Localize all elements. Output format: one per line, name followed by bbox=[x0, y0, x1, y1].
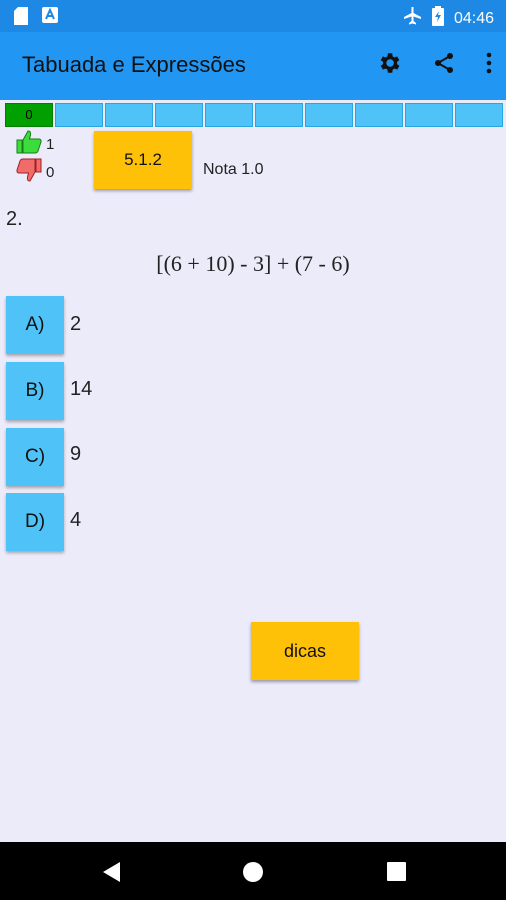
app-notification-icon bbox=[42, 7, 58, 30]
progress-segment bbox=[105, 103, 153, 127]
option-c-value: 9 bbox=[70, 443, 82, 465]
progress-segment bbox=[405, 103, 453, 127]
thumbs-up-icon bbox=[16, 130, 42, 158]
level-button[interactable]: 5.1.2 bbox=[94, 131, 192, 189]
back-icon[interactable] bbox=[101, 861, 121, 888]
overflow-menu-icon[interactable] bbox=[486, 52, 492, 79]
system-navigation-bar bbox=[0, 842, 506, 900]
progress-segment bbox=[155, 103, 203, 127]
correct-count: 1 bbox=[46, 135, 55, 153]
airplane-mode-icon bbox=[402, 6, 422, 31]
home-icon[interactable] bbox=[242, 861, 264, 888]
progress-segment bbox=[305, 103, 353, 127]
question-number: 2. bbox=[6, 208, 23, 230]
option-d-button[interactable]: D) bbox=[6, 493, 64, 551]
option-b-value: 14 bbox=[70, 378, 93, 400]
share-icon[interactable] bbox=[432, 51, 456, 80]
recents-icon[interactable] bbox=[387, 862, 406, 886]
progress-segment bbox=[355, 103, 403, 127]
thumbs-down-icon bbox=[16, 158, 42, 186]
question-progress: 0 bbox=[5, 103, 503, 127]
grade-text: Nota 1.0 bbox=[203, 161, 264, 178]
tips-button[interactable]: dicas bbox=[251, 622, 359, 680]
progress-segment bbox=[205, 103, 253, 127]
wrong-count: 0 bbox=[46, 163, 55, 181]
settings-gear-icon[interactable] bbox=[376, 50, 402, 81]
sd-card-icon bbox=[14, 7, 28, 30]
clock-time: 04:46 bbox=[453, 9, 494, 27]
app-bar: Tabuada e Expressões bbox=[0, 32, 506, 100]
battery-icon bbox=[431, 6, 444, 31]
status-bar: 04:46 bbox=[0, 0, 506, 32]
question-expression: [(6 + 10) - 3] + (7 - 6) bbox=[156, 251, 350, 276]
progress-segment bbox=[255, 103, 303, 127]
option-a-button[interactable]: A) bbox=[6, 296, 64, 354]
score-panel: 1 0 bbox=[16, 130, 54, 186]
option-b-button[interactable]: B) bbox=[6, 362, 64, 420]
progress-segment bbox=[455, 103, 503, 127]
option-a-value: 2 bbox=[70, 313, 82, 335]
option-c-button[interactable]: C) bbox=[6, 428, 64, 486]
option-d-value: 4 bbox=[70, 509, 82, 531]
app-title: Tabuada e Expressões bbox=[22, 52, 246, 77]
progress-segment: 0 bbox=[5, 103, 53, 127]
progress-segment bbox=[55, 103, 103, 127]
